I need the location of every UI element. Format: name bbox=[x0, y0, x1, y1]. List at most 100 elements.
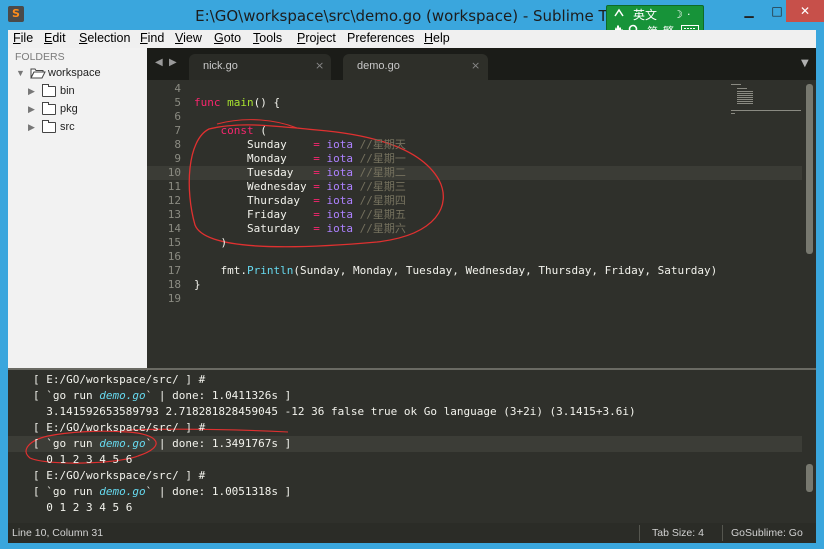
menu-file[interactable]: File bbox=[13, 31, 33, 45]
line-number: 12 bbox=[167, 194, 181, 207]
code-token: = bbox=[313, 208, 320, 221]
code-line[interactable]: Saturday = iota //星期六 bbox=[194, 222, 406, 236]
code-line[interactable]: ) bbox=[194, 236, 227, 250]
tab-close-icon[interactable]: × bbox=[471, 59, 480, 72]
tab-next-icon[interactable]: ▶ bbox=[169, 57, 177, 68]
console-text: demo.go bbox=[99, 437, 146, 450]
code-token: = bbox=[313, 222, 320, 235]
tab-prev-icon[interactable]: ◀ bbox=[155, 57, 163, 68]
tab-nick-go[interactable]: nick.go × bbox=[189, 54, 331, 80]
menu-project[interactable]: Project bbox=[297, 31, 336, 45]
code-line[interactable]: Monday = iota //星期一 bbox=[194, 152, 406, 166]
line-number: 17 bbox=[167, 264, 181, 277]
code-token: //星期一 bbox=[352, 152, 406, 165]
menu-preferences[interactable]: Preferences bbox=[347, 31, 414, 45]
line-number: 16 bbox=[167, 250, 181, 263]
menu-find[interactable]: Find bbox=[140, 31, 164, 45]
tree-item-workspace[interactable]: ▼ workspace bbox=[16, 65, 144, 81]
console-line: 3.141592653589793 2.718281828459045 -12 … bbox=[33, 404, 635, 420]
tree-label: bin bbox=[60, 85, 75, 97]
tab-label: nick.go bbox=[203, 60, 238, 72]
output-console[interactable]: [ E:/GO/workspace/src/ ] # [ `go run demo… bbox=[8, 368, 816, 525]
console-line: [ E:/GO/workspace/src/ ] # bbox=[33, 420, 205, 436]
code-token: Tuesday bbox=[194, 166, 314, 179]
code-line[interactable]: func main() { bbox=[194, 96, 280, 110]
line-number: 5 bbox=[174, 96, 181, 109]
moon-icon[interactable]: ☽ bbox=[673, 7, 683, 23]
editor-scrollbar[interactable] bbox=[802, 80, 816, 368]
console-line: [ E:/GO/workspace/src/ ] # bbox=[33, 372, 205, 388]
minimize-button[interactable]: ▁ bbox=[734, 0, 764, 22]
code-line[interactable]: Tuesday = iota //星期二 bbox=[194, 166, 406, 180]
console-text: [ `go run bbox=[33, 485, 100, 498]
minimap[interactable] bbox=[731, 82, 801, 116]
console-text: [ E:/GO/workspace/src/ ] # bbox=[33, 469, 206, 482]
line-number: 11 bbox=[167, 180, 181, 193]
console-scrollbar[interactable] bbox=[802, 370, 816, 525]
line-number: 19 bbox=[167, 292, 181, 305]
code-editor[interactable]: 4 5 func main() {6 7 const (8 Sunday = iota… bbox=[147, 80, 816, 368]
code-token: iota bbox=[326, 166, 353, 179]
tree-label: workspace bbox=[48, 67, 101, 79]
menu-edit[interactable]: Edit bbox=[44, 31, 66, 45]
code-line[interactable]: const ( bbox=[194, 124, 267, 138]
code-line[interactable]: Thursday = iota //星期四 bbox=[194, 194, 406, 208]
code-token: iota bbox=[326, 208, 353, 221]
console-scrollbar-thumb[interactable] bbox=[806, 464, 813, 492]
menu-tools[interactable]: Tools bbox=[253, 31, 282, 45]
code-line[interactable]: Friday = iota //星期五 bbox=[194, 208, 406, 222]
tab-label: demo.go bbox=[357, 60, 400, 72]
syntax-selector[interactable]: GoSublime: Go bbox=[731, 527, 803, 539]
console-text: demo.go bbox=[99, 389, 146, 402]
code-line[interactable]: Wednesday = iota //星期三 bbox=[194, 180, 406, 194]
console-text: [ `go run bbox=[33, 437, 100, 450]
console-line: [ `go run demo.go` | done: 1.0411326s ] bbox=[33, 388, 291, 404]
code-token: //星期二 bbox=[352, 166, 406, 179]
folder-icon bbox=[42, 102, 56, 115]
menu-bar: File Edit Selection Find View Goto Tools… bbox=[8, 30, 816, 48]
console-text: 0 1 2 3 4 5 6 bbox=[33, 501, 133, 514]
menu-view[interactable]: View bbox=[175, 31, 202, 45]
expanded-arrow-icon[interactable]: ▼ bbox=[16, 65, 25, 81]
ime-language-toggle[interactable]: 英文 bbox=[633, 7, 657, 23]
collapsed-arrow-icon[interactable]: ▶ bbox=[28, 101, 35, 117]
folder-icon bbox=[42, 84, 56, 97]
cursor-position: Line 10, Column 31 bbox=[12, 527, 104, 539]
line-number: 14 bbox=[167, 222, 181, 235]
console-line: 0 1 2 3 4 5 6 bbox=[33, 500, 132, 516]
code-line[interactable]: } bbox=[194, 278, 201, 292]
line-number: 13 bbox=[167, 208, 181, 221]
code-token: Friday bbox=[194, 208, 314, 221]
close-button[interactable]: ✕ bbox=[786, 0, 824, 22]
tab-demo-go[interactable]: demo.go × bbox=[343, 54, 488, 80]
menu-goto[interactable]: Goto bbox=[214, 31, 241, 45]
punctuation-toggle[interactable]: · bbox=[687, 7, 691, 23]
folders-heading: FOLDERS bbox=[15, 51, 65, 63]
code-line[interactable]: fmt.Println(Sunday, Monday, Tuesday, Wed… bbox=[194, 264, 717, 278]
tab-list-dropdown-icon[interactable]: ▼ bbox=[801, 58, 809, 69]
console-text: ` | done: 1.0051318s ] bbox=[145, 485, 292, 498]
code-token: Saturday bbox=[194, 222, 314, 235]
menu-help[interactable]: Help bbox=[424, 31, 450, 45]
tree-item-pkg[interactable]: ▶ pkg bbox=[28, 101, 144, 117]
console-text: 0 1 2 3 4 5 6 bbox=[33, 453, 133, 466]
tree-label: src bbox=[60, 121, 75, 133]
code-token: const bbox=[220, 124, 254, 137]
console-text: [ E:/GO/workspace/src/ ] # bbox=[33, 373, 206, 386]
collapsed-arrow-icon[interactable]: ▶ bbox=[28, 119, 35, 135]
tree-item-src[interactable]: ▶ src bbox=[28, 119, 144, 135]
code-line[interactable]: Sunday = iota //星期天 bbox=[194, 138, 406, 152]
tree-item-bin[interactable]: ▶ bin bbox=[28, 83, 144, 99]
tab-close-icon[interactable]: × bbox=[315, 59, 324, 72]
code-token: //星期六 bbox=[352, 222, 406, 235]
collapsed-arrow-icon[interactable]: ▶ bbox=[28, 83, 35, 99]
code-token: fmt. bbox=[194, 264, 247, 277]
line-number: 18 bbox=[167, 278, 181, 291]
menu-selection[interactable]: Selection bbox=[79, 31, 130, 45]
code-token: () { bbox=[253, 96, 281, 109]
sidebar: FOLDERS ▼ workspace ▶ bin ▶ pkg ▶ src bbox=[8, 48, 147, 368]
tab-size-selector[interactable]: Tab Size: 4 bbox=[652, 527, 704, 539]
line-number: 15 bbox=[167, 236, 181, 249]
editor-scrollbar-thumb[interactable] bbox=[806, 84, 813, 254]
sublime-window: S E:\GO\workspace\src\demo.go (workspace… bbox=[0, 0, 824, 549]
